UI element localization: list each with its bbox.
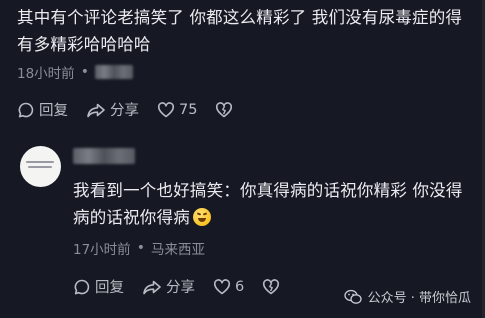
dislike-button[interactable] [262, 278, 280, 296]
wechat-icon [343, 289, 362, 304]
username[interactable] [73, 148, 135, 168]
reply-location: 马来西亚 [150, 242, 205, 258]
avatar-scribble [26, 161, 54, 163]
reply-actions: 回复 分享 6 [73, 276, 298, 297]
blurred-location [94, 65, 133, 79]
reply-label: 回复 [39, 103, 68, 119]
heart-icon [157, 101, 175, 117]
share-icon [87, 103, 105, 117]
separator-dot: • [136, 240, 145, 256]
reply-icon [18, 102, 34, 117]
avatar[interactable] [20, 146, 61, 187]
reply-meta: 17小时前 • 马来西亚 [73, 238, 205, 258]
broken-heart-icon [263, 278, 280, 294]
reply-button[interactable]: 回复 [17, 99, 68, 120]
comment-time: 18小时前 [17, 66, 75, 82]
rofl-emoji [192, 208, 211, 226]
reply-text-content: 我看到一个也好搞笑：你真得病的话祝你精彩 你没得病的话祝你得病 [73, 181, 463, 227]
reply-label: 回复 [95, 280, 124, 296]
share-label: 分享 [110, 103, 139, 119]
reply-time: 17小时前 [73, 242, 131, 258]
like-button[interactable]: 75 [157, 101, 197, 119]
dislike-button[interactable] [215, 101, 233, 119]
share-label: 分享 [166, 280, 195, 296]
comment-text: 其中有个评论老搞笑了 你都这么精彩了 我们没有尿毒症的得有多精彩哈哈哈哈 [17, 8, 463, 54]
like-count: 6 [235, 278, 245, 295]
like-count: 75 [179, 101, 198, 118]
separator-dot: • [80, 64, 89, 80]
heart-icon [213, 278, 231, 294]
share-icon [143, 280, 161, 294]
share-button[interactable]: 分享 [86, 99, 139, 120]
broken-heart-icon [216, 101, 233, 117]
like-button[interactable]: 6 [213, 278, 244, 296]
reply-button[interactable]: 回复 [73, 276, 124, 297]
avatar-scribble [28, 166, 52, 168]
blurred-username [73, 148, 135, 164]
watermark: 公众号 · 带你恰瓜 [343, 287, 471, 306]
comment-meta: 18小时前 • [17, 62, 133, 82]
reply-text: 我看到一个也好搞笑：你真得病的话祝你精彩 你没得病的话祝你得病 [73, 177, 473, 231]
comment-actions: 回复 分享 75 [17, 99, 251, 120]
watermark-label: 公众号 · 带你恰瓜 [367, 291, 471, 306]
share-button[interactable]: 分享 [142, 276, 195, 297]
reply-icon [74, 279, 90, 294]
